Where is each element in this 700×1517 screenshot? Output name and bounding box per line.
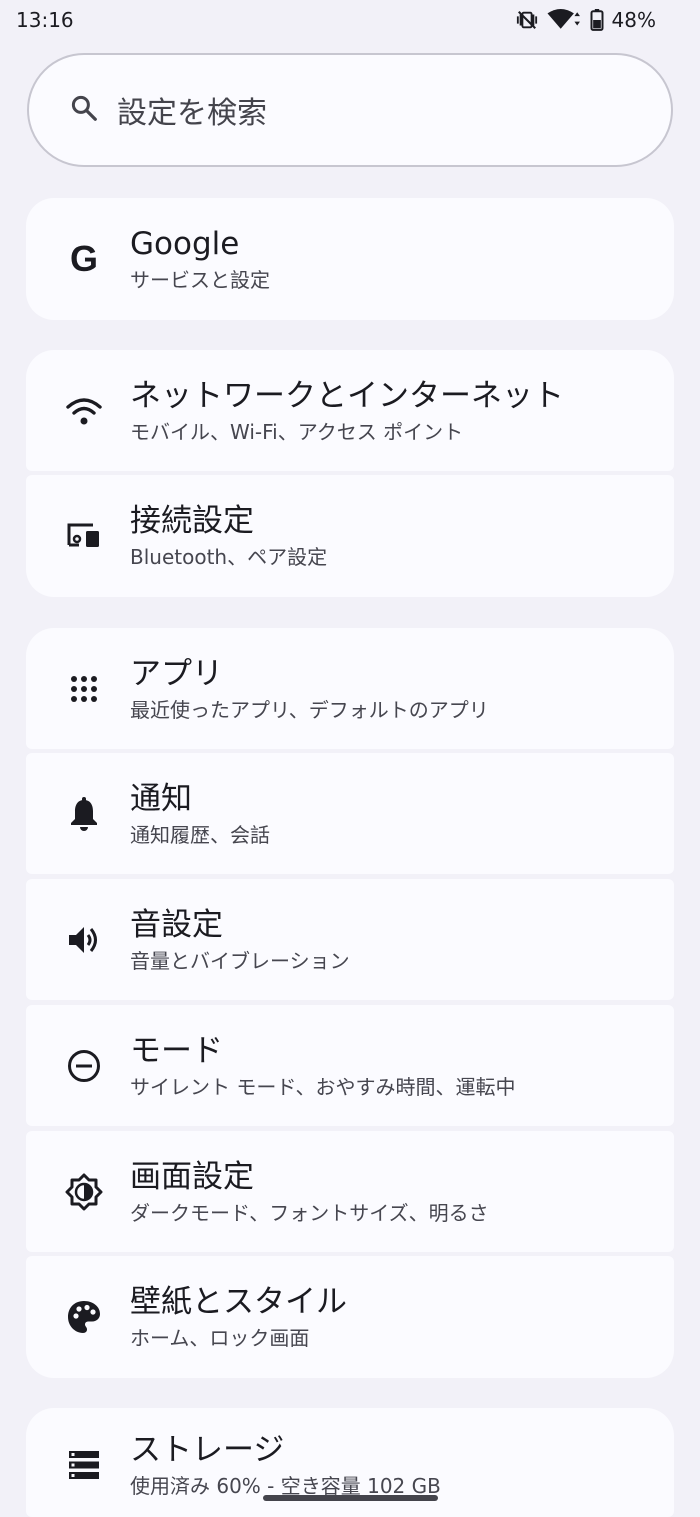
wifi-icon — [64, 391, 104, 431]
item-subtitle: 通知履歴、会話 — [130, 822, 270, 847]
settings-item-modes[interactable]: モード サイレント モード、おやすみ時間、運転中 — [26, 1005, 674, 1126]
item-title: 接続設定 — [130, 503, 254, 539]
status-bar: 13:16 48% — [0, 0, 700, 40]
settings-item-notifications[interactable]: 通知 通知履歴、会話 — [26, 753, 674, 874]
palette-icon — [64, 1297, 104, 1337]
google-icon: G — [69, 238, 98, 279]
settings-item-connected-devices[interactable]: 接続設定 Bluetooth、ペア設定 — [26, 475, 674, 597]
item-subtitle: 最近使ったアプリ、デフォルトのアプリ — [130, 697, 489, 722]
settings-item-sound[interactable]: 音設定 音量とバイブレーション — [26, 879, 674, 1000]
apps-grid-icon — [64, 669, 104, 709]
do-not-disturb-icon — [64, 1046, 104, 1086]
item-subtitle: ホーム、ロック画面 — [130, 1326, 310, 1350]
item-subtitle: サイレント モード、おやすみ時間、運転中 — [130, 1074, 516, 1099]
settings-item-google[interactable]: G Google サービスと設定 — [26, 198, 674, 320]
status-time: 13:16 — [16, 8, 74, 32]
item-subtitle: Bluetooth、ペア設定 — [130, 545, 328, 569]
search-placeholder: 設定を検索 — [117, 96, 267, 131]
item-title: アプリ — [130, 655, 223, 692]
vibrate-off-icon — [516, 9, 538, 31]
item-title: 壁紙とスタイル — [130, 1284, 347, 1320]
devices-icon — [64, 516, 104, 556]
settings-item-display[interactable]: 画面設定 ダークモード、フォントサイズ、明るさ — [26, 1131, 674, 1252]
item-title: Google — [130, 226, 240, 262]
item-subtitle: 音量とバイブレーション — [130, 948, 350, 973]
storage-icon — [64, 1445, 104, 1485]
wifi-status-icon — [546, 9, 582, 31]
search-bar[interactable]: 設定を検索 — [27, 53, 673, 167]
brightness-icon — [64, 1172, 104, 1212]
item-title: 画面設定 — [130, 1158, 254, 1195]
item-title: 通知 — [130, 780, 192, 817]
settings-item-wallpaper[interactable]: 壁紙とスタイル ホーム、ロック画面 — [26, 1256, 674, 1378]
battery-icon — [590, 9, 604, 31]
item-title: 音設定 — [130, 906, 223, 943]
item-subtitle: サービスと設定 — [130, 268, 270, 292]
battery-percent: 48% — [611, 8, 656, 32]
volume-icon — [64, 920, 104, 960]
status-icons: 48% — [516, 8, 656, 32]
item-title: モード — [130, 1032, 223, 1069]
settings-item-apps[interactable]: アプリ 最近使ったアプリ、デフォルトのアプリ — [26, 628, 674, 749]
bell-icon — [64, 794, 104, 834]
item-title: ネットワークとインターネット — [130, 377, 564, 414]
search-icon — [69, 93, 99, 127]
item-title: ストレージ — [130, 1432, 285, 1468]
item-subtitle: モバイル、Wi-Fi、アクセス ポイント — [130, 419, 464, 444]
gesture-navigation-bar[interactable] — [263, 1495, 438, 1501]
item-subtitle: ダークモード、フォントサイズ、明るさ — [130, 1200, 489, 1225]
settings-item-network[interactable]: ネットワークとインターネット モバイル、Wi-Fi、アクセス ポイント — [26, 350, 674, 471]
